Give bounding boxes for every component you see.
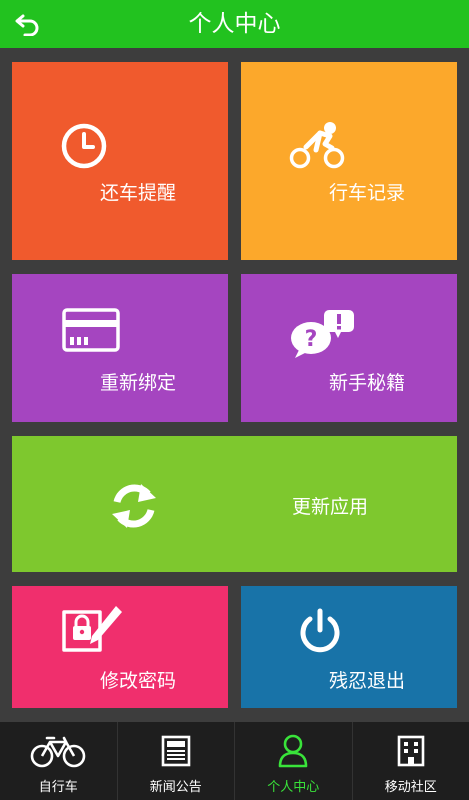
- tile-label: 还车提醒: [100, 182, 177, 204]
- nav-label: 个人中心: [267, 780, 320, 795]
- lock-edit-icon: [62, 606, 122, 652]
- tile-update-app[interactable]: 更新应用: [12, 436, 457, 572]
- building-icon: [397, 735, 425, 767]
- nav-label: 自行车: [38, 780, 78, 795]
- cyclist-icon: [289, 122, 345, 169]
- nav-item-bicycle[interactable]: 自行车: [0, 722, 118, 800]
- tile-change-password[interactable]: 修改密码: [12, 586, 228, 708]
- newspaper-icon: [161, 735, 191, 767]
- person-icon: [278, 734, 308, 768]
- tile-label: 新手秘籍: [329, 372, 406, 394]
- nav-item-profile[interactable]: 个人中心: [235, 722, 353, 800]
- tile-label: 重新绑定: [100, 372, 177, 394]
- bicycle-icon: [30, 736, 86, 768]
- tile-label: 行车记录: [329, 182, 406, 204]
- nav-item-news[interactable]: 新闻公告: [118, 722, 235, 800]
- tile-label: 残忍退出: [329, 670, 406, 692]
- svg-text:?: ?: [305, 327, 318, 352]
- tile-label: 修改密码: [100, 670, 177, 692]
- refresh-icon: [112, 484, 156, 528]
- nav-label: 移动社区: [384, 780, 437, 795]
- tile-logout[interactable]: 残忍退出: [241, 586, 457, 708]
- power-icon: [300, 608, 340, 653]
- page-title: 个人中心: [188, 11, 281, 37]
- tile-return-reminder[interactable]: 还车提醒: [12, 62, 228, 260]
- tile-newbie-guide[interactable]: ? 新手秘籍: [241, 274, 457, 422]
- nav-label: 新闻公告: [149, 780, 202, 795]
- tile-rebind[interactable]: 重新绑定: [12, 274, 228, 422]
- help-chat-icon: ?: [291, 310, 354, 358]
- card-icon: [62, 308, 120, 352]
- header-bar: 个人中心: [0, 0, 469, 48]
- clock-icon: [61, 123, 107, 169]
- bottom-nav: 自行车 新闻公告 个人中心 移动社区: [0, 722, 469, 800]
- tile-label: 更新应用: [292, 496, 369, 518]
- nav-item-community[interactable]: 移动社区: [353, 722, 469, 800]
- tile-ride-record[interactable]: 行车记录: [241, 62, 457, 260]
